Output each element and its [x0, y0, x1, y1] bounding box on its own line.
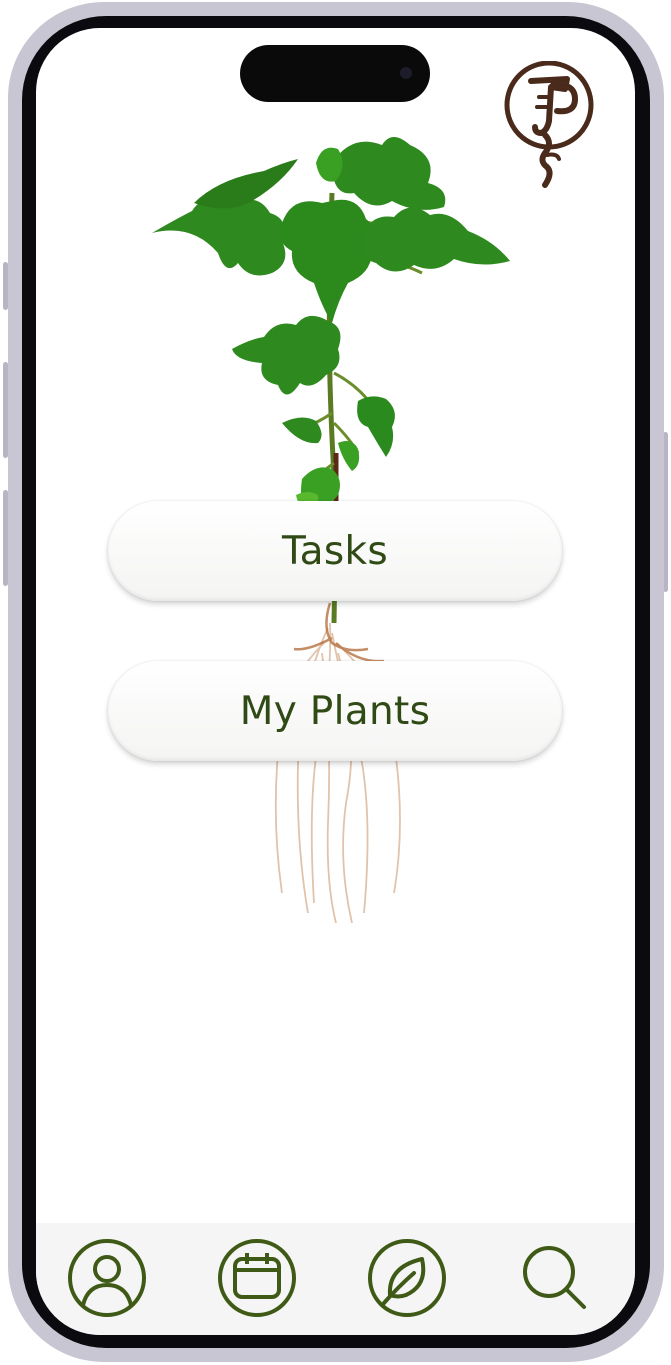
app-screen: Tasks My Plants [36, 28, 635, 1335]
tasks-button-label: Tasks [282, 528, 388, 574]
search-icon [523, 1246, 586, 1309]
my-plants-button[interactable]: My Plants [108, 661, 562, 761]
tab-calendar[interactable] [216, 1237, 298, 1319]
front-camera [400, 67, 412, 79]
tasks-button[interactable]: Tasks [108, 501, 562, 601]
bottom-tab-bar [36, 1223, 635, 1335]
tab-search[interactable] [514, 1237, 596, 1319]
tab-profile[interactable] [66, 1237, 148, 1319]
my-plants-button-label: My Plants [239, 688, 431, 734]
profile-icon [68, 1239, 146, 1317]
dynamic-island [240, 45, 430, 102]
leaf-icon [368, 1239, 446, 1317]
tab-plants[interactable] [366, 1237, 448, 1319]
calendar-icon [218, 1239, 296, 1317]
